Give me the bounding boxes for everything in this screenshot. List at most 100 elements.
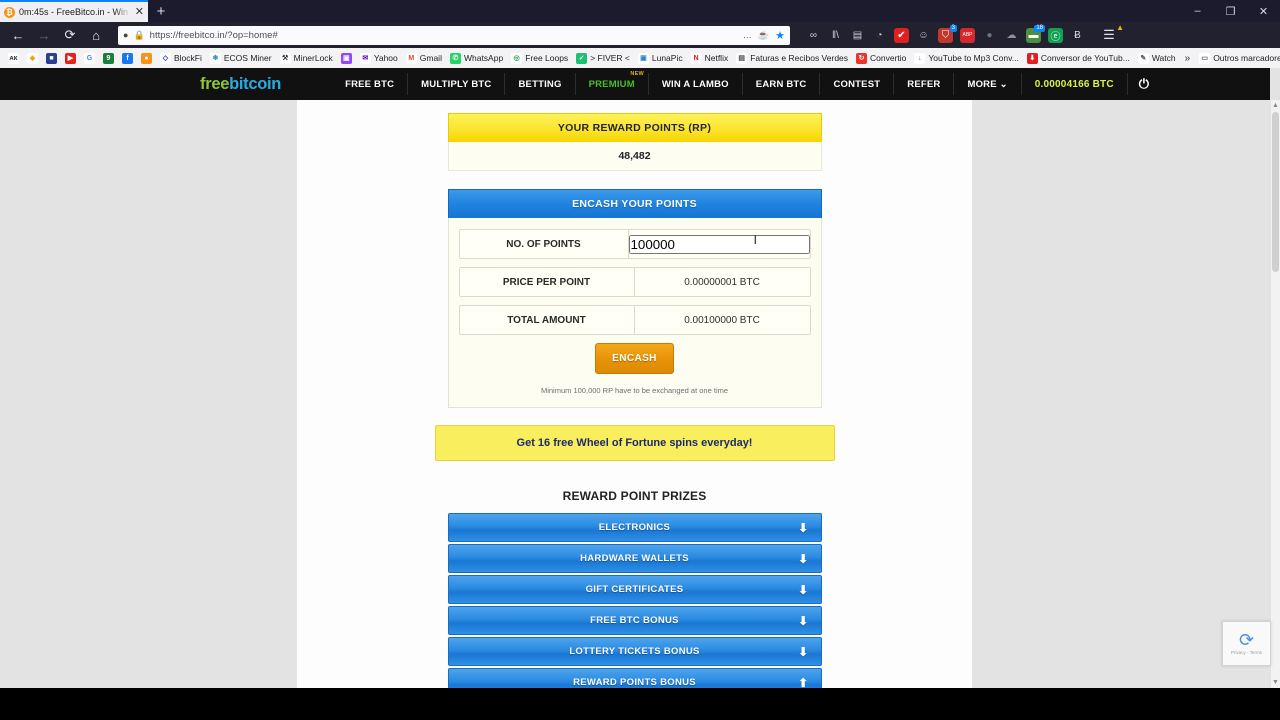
site-nav-label: FREE BTC <box>345 78 395 90</box>
bookmark-item[interactable]: ⚒ MinerLock <box>276 49 337 67</box>
ublock-origin-icon[interactable]: ⛉ 3 <box>938 24 957 43</box>
prize-accordion-row[interactable]: ELECTRONICS ⬇ <box>447 513 822 542</box>
tab-close-icon[interactable]: ✕ <box>135 6 144 18</box>
bookmark-favicon-icon: ▣ <box>637 52 649 64</box>
address-bar[interactable]: ● 🔒 https://freebitco.in/?op=home# … ☕ ★ <box>118 25 790 45</box>
browser-tab[interactable]: ₿ 0m:45s - FreeBitco.in - Win fre... ✕ <box>0 0 148 22</box>
shield-icon[interactable]: ● <box>123 30 128 40</box>
sidebar-icon[interactable]: ▤ <box>850 28 865 43</box>
sync-icon[interactable]: ◔ <box>872 28 887 43</box>
site-nav-item[interactable]: PREMIUM NEW <box>576 71 649 95</box>
new-tab-button[interactable]: + <box>148 0 174 22</box>
site-nav-item[interactable]: BETTING <box>505 73 576 95</box>
prize-accordion-row[interactable]: HARDWARE WALLETS ⬇ <box>447 544 822 573</box>
reward-points-header: YOUR REWARD POINTS (RP) <box>447 113 822 142</box>
site-nav-label: MORE ⌄ <box>967 78 1008 90</box>
site-nav: FREE BTC MULTIPLY BTC BETTING PREMIUM NEW WIN… <box>332 68 1160 100</box>
reward-point-prizes-title: REWARD POINT PRIZES <box>562 489 707 503</box>
window-minimize-button[interactable]: – <box>1181 0 1214 22</box>
bookmark-item[interactable]: N Netflix <box>687 49 733 67</box>
bookmark-item[interactable]: M Gmail <box>402 49 446 67</box>
prize-accordion-row[interactable]: GIFT CERTIFICATES ⬇ <box>447 575 822 604</box>
bookmark-item[interactable]: f <box>118 49 137 67</box>
window-controls: – ❐ ✕ <box>1181 0 1280 22</box>
free-spins-banner[interactable]: Get 16 free Wheel of Fortune spins every… <box>434 425 835 461</box>
scroll-down-arrow-icon[interactable]: ▼ <box>1272 679 1279 686</box>
cloud-icon[interactable]: ☁ <box>1004 28 1019 43</box>
bookmark-favicon-icon: M <box>405 52 417 64</box>
bookmark-star-icon[interactable]: ★ <box>775 29 785 42</box>
bookmark-item[interactable]: ✆ WhatsApp <box>446 49 507 67</box>
bookmark-item[interactable]: ✓ > FIVER < <box>572 49 634 67</box>
site-logo[interactable]: freebitcoin <box>200 75 281 94</box>
extension-glyph: ✔ <box>897 29 906 41</box>
prize-accordion-row[interactable]: LOTTERY TICKETS BONUS ⬇ <box>447 637 822 666</box>
prize-accordion-row[interactable]: FREE BTC BONUS ⬇ <box>447 606 822 635</box>
site-nav-item[interactable]: MULTIPLY BTC <box>408 73 506 95</box>
smiley-icon[interactable]: ☺ <box>916 28 931 43</box>
window-close-button[interactable]: ✕ <box>1247 0 1280 22</box>
bookmark-item[interactable]: ■ <box>42 49 61 67</box>
bookmark-label: LunaPic <box>651 53 683 63</box>
red-extension-icon[interactable]: ✔ <box>894 27 909 43</box>
bookmark-item[interactable]: ↻ Convertio <box>852 49 910 67</box>
encash-button[interactable]: ENCASH <box>595 343 674 374</box>
text-cursor-icon: I <box>753 232 758 247</box>
window-maximize-button[interactable]: ❐ <box>1214 0 1247 22</box>
bookmark-item[interactable]: ◆ <box>23 49 42 67</box>
reload-button[interactable]: ⟳ <box>58 24 82 46</box>
green-circle-icon[interactable]: ⓔ <box>1048 27 1063 43</box>
prize-accordion-row[interactable]: REWARD POINTS BONUS ⬆ <box>447 668 822 688</box>
forward-button[interactable]: → <box>32 24 56 46</box>
bookmark-item[interactable]: ⬇ Conversor de YouTub... <box>1023 49 1134 67</box>
balance-display[interactable]: 0.00004166 BTC <box>1022 73 1128 95</box>
bitcoin-extension-icon[interactable]: Ƀ <box>1070 28 1085 43</box>
grey-extension-icon[interactable]: ● <box>982 28 997 43</box>
bookmark-item[interactable]: ◇ BlockFi <box>156 49 206 67</box>
scrollbar-thumb[interactable] <box>1272 112 1279 272</box>
site-nav-item[interactable]: WIN A LAMBO <box>649 73 743 95</box>
bookmark-item[interactable]: ↓ YouTube to Mp3 Conv... <box>910 49 1022 67</box>
scroll-up-arrow-icon[interactable]: ▲ <box>1272 102 1279 109</box>
infinity-icon[interactable]: ∞ <box>806 28 821 43</box>
bookmark-favicon-icon: ⚒ <box>279 52 291 64</box>
bookmark-favicon-icon: ↓ <box>914 52 926 64</box>
bookmark-item[interactable]: ▤ Faturas e Recibos Verdes <box>732 49 852 67</box>
bookmark-item[interactable]: 9 <box>99 49 118 67</box>
bookmark-item[interactable]: ❄ ECOS Miner <box>206 49 276 67</box>
bookmark-item[interactable]: ▣ LunaPic <box>634 49 687 67</box>
reader-mode-icon[interactable]: ☕ <box>758 30 769 41</box>
bookmarks-overflow-chevron[interactable]: » <box>1180 53 1196 64</box>
wallet-extension-icon[interactable]: ▬ 18 <box>1026 24 1045 43</box>
encash-row-value: 0.00000001 BTC <box>684 276 760 288</box>
bookmark-item[interactable]: ▶ <box>61 49 80 67</box>
site-nav-item[interactable]: MORE ⌄ <box>954 73 1022 95</box>
prize-accordion-label: ELECTRONICS <box>598 522 671 533</box>
library-icon[interactable]: ‖\ <box>828 28 843 43</box>
browser-menu-button[interactable]: ☰ ▲ <box>1097 23 1124 46</box>
site-nav-item[interactable]: EARN BTC <box>743 73 821 95</box>
recaptcha-badge[interactable]: ⟳ Privacy - Terms <box>1222 621 1271 666</box>
home-button[interactable]: ⌂ <box>84 24 108 46</box>
bookmark-favicon-icon: ✎ <box>1137 52 1149 64</box>
lock-icon[interactable]: 🔒 <box>133 30 144 41</box>
bookmark-item[interactable]: ▣ <box>337 49 356 67</box>
back-button[interactable]: ← <box>6 24 30 46</box>
site-nav-item[interactable]: FREE BTC <box>332 73 409 95</box>
page-actions-icon[interactable]: … <box>743 30 752 40</box>
bookmark-item[interactable]: ✎ Watch <box>1134 49 1180 67</box>
adblock-plus-icon[interactable]: ABP <box>960 27 975 43</box>
bookmark-item[interactable]: ✉ Yahoo <box>356 49 402 67</box>
extension-glyph: ⛉ <box>941 29 950 41</box>
site-nav-item[interactable]: CONTEST <box>820 73 895 95</box>
site-nav-item[interactable]: REFER <box>894 73 955 95</box>
bookmark-item[interactable]: ● <box>137 49 156 67</box>
extension-glyph: ☁ <box>1006 29 1017 41</box>
bookmark-item[interactable]: G <box>80 49 99 67</box>
bookmark-item[interactable]: ◎ Free Loops <box>507 49 572 67</box>
bookmark-item[interactable]: ᴀᴋ <box>4 49 23 67</box>
bookmark-other-bookmarks[interactable]: ▭ Outros marcadores <box>1195 49 1280 67</box>
points-input[interactable] <box>628 234 810 254</box>
page-scrollbar[interactable]: ▲ ▼ <box>1271 100 1280 688</box>
logout-power-icon[interactable]: ⏻ <box>1128 73 1160 95</box>
